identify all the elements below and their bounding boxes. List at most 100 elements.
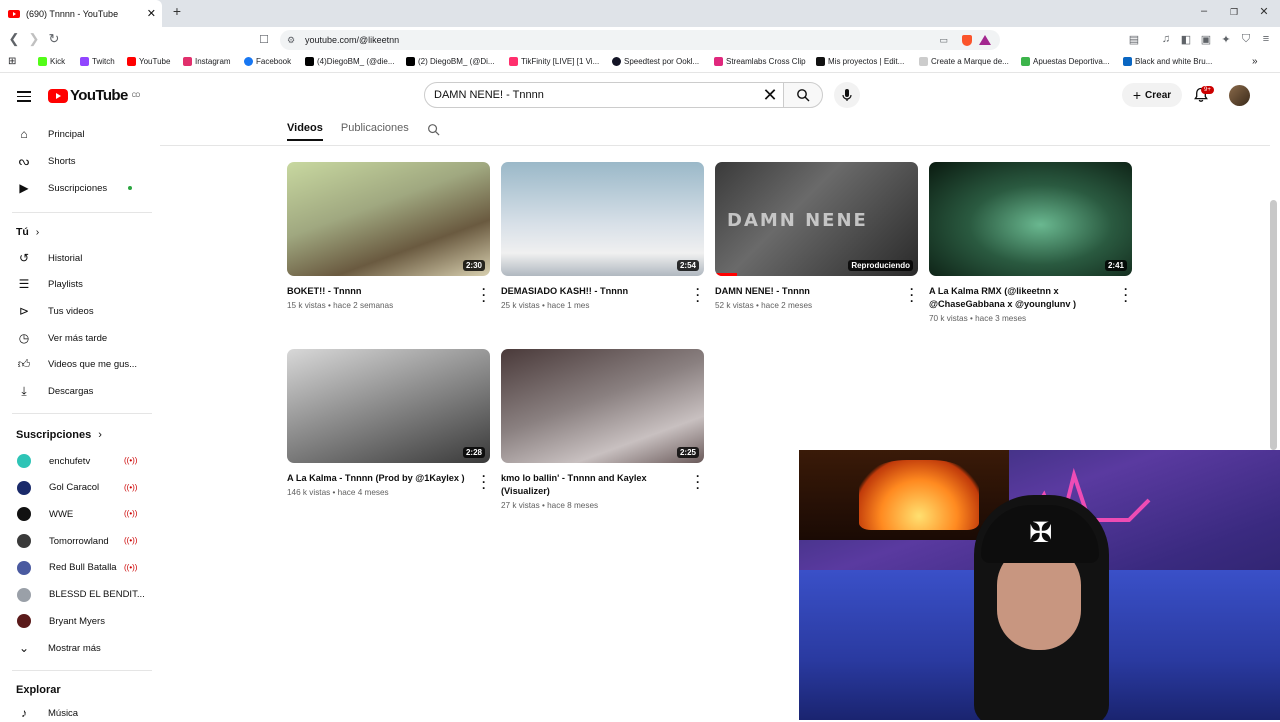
video-thumbnail[interactable]: DAMN NENE Reproduciendo bbox=[715, 162, 918, 276]
new-tab-button[interactable]: + bbox=[168, 3, 186, 19]
video-thumbnail[interactable]: 2:41 bbox=[929, 162, 1132, 276]
sidebar-item-liked-videos[interactable]: 👍︎ Videos que me gus... bbox=[16, 355, 137, 373]
create-button[interactable]: + Crear bbox=[1122, 83, 1182, 107]
video-thumbnail[interactable]: 2:54 bbox=[501, 162, 704, 276]
search-button[interactable] bbox=[783, 82, 823, 108]
subscriptions-section-header[interactable]: Suscripciones › bbox=[16, 429, 102, 441]
sidebar-subscription-item[interactable]: enchufetv bbox=[16, 452, 90, 470]
media-icon[interactable]: ♫ bbox=[1158, 33, 1174, 45]
wallet-icon[interactable]: ▣ bbox=[1198, 33, 1214, 46]
x-icon bbox=[406, 57, 415, 66]
sidebar-subscription-item[interactable]: WWE bbox=[16, 505, 73, 523]
bookmark-marquee[interactable]: Create a Marque de... bbox=[919, 57, 1009, 66]
you-section-header[interactable]: Tú › bbox=[16, 226, 39, 238]
bookmark-twitch[interactable]: Twitch bbox=[80, 57, 115, 66]
vpn-icon[interactable]: ⛉ bbox=[1238, 33, 1254, 46]
sidebar-subscription-item[interactable]: BLESSD EL BENDIT... bbox=[16, 586, 145, 604]
close-window-button[interactable]: ✕ bbox=[1255, 5, 1273, 18]
more-actions-icon[interactable]: · · · bbox=[910, 283, 914, 307]
guide-menu-icon[interactable] bbox=[17, 88, 31, 105]
bookmark-icon[interactable]: ☐ bbox=[256, 33, 272, 46]
youtube-favicon-icon bbox=[8, 9, 20, 18]
sidebar-subscription-item[interactable]: Tomorrowland bbox=[16, 532, 109, 550]
sidebar-item-music[interactable]: ♪ Música bbox=[16, 704, 78, 722]
sidebar-item-subscriptions[interactable]: ▶ Suscripciones bbox=[16, 179, 107, 197]
video-thumbnail[interactable]: 2:30 bbox=[287, 162, 490, 276]
video-title[interactable]: A La Kalma - Tnnnn (Prod by @1Kaylex ) bbox=[287, 472, 490, 485]
more-actions-icon[interactable]: · · · bbox=[696, 283, 700, 307]
watch-progress-bar bbox=[715, 273, 737, 276]
restore-button[interactable]: ❐ bbox=[1225, 7, 1243, 18]
clear-search-icon[interactable]: ✕ bbox=[762, 85, 778, 106]
more-bookmarks-icon[interactable]: » bbox=[1252, 56, 1258, 67]
sidebar-item-your-videos[interactable]: ⊳ Tus videos bbox=[16, 302, 94, 320]
more-actions-icon[interactable]: · · · bbox=[482, 283, 486, 307]
apps-icon[interactable]: ⊞ bbox=[8, 56, 16, 67]
reload-icon[interactable]: ↻ bbox=[46, 31, 62, 47]
tab-videos[interactable]: Videos bbox=[287, 122, 323, 141]
brave-rewards-icon[interactable] bbox=[979, 35, 991, 45]
sidebar-item-label: Ver más tarde bbox=[48, 332, 108, 344]
video-title[interactable]: A La Kalma RMX (@likeetnn x @ChaseGabban… bbox=[929, 285, 1132, 311]
more-actions-icon[interactable]: · · · bbox=[482, 470, 486, 494]
sidebar-item-history[interactable]: ↺ Historial bbox=[16, 249, 82, 267]
sidebar-item-watch-later[interactable]: ◷ Ver más tarde bbox=[16, 329, 107, 347]
sidebar-subscription-item[interactable]: Bryant Myers bbox=[16, 612, 105, 630]
brave-shield-icon[interactable] bbox=[962, 34, 972, 46]
page-scrollbar[interactable] bbox=[1270, 200, 1277, 450]
menu-icon[interactable]: ≡ bbox=[1258, 33, 1274, 45]
meta-separator: • bbox=[541, 501, 545, 510]
forward-icon[interactable]: ❯ bbox=[26, 31, 42, 47]
video-card[interactable]: 2:54 DEMASIADO KASH!! - Tnnnn 25 k vistas … bbox=[501, 162, 704, 310]
sidebar-item-playlists[interactable]: ☰ Playlists bbox=[16, 275, 83, 293]
bookmark-kick[interactable]: Kick bbox=[38, 57, 65, 66]
more-actions-icon[interactable]: · · · bbox=[1124, 283, 1128, 307]
video-card[interactable]: 2:28 A La Kalma - Tnnnn (Prod by @1Kaylex… bbox=[287, 349, 490, 497]
more-actions-icon[interactable]: · · · bbox=[696, 470, 700, 494]
video-title[interactable]: BOKET!! - Tnnnn bbox=[287, 285, 490, 298]
tab-posts[interactable]: Publicaciones bbox=[341, 122, 409, 141]
site-info-icon[interactable]: ⚙ bbox=[287, 35, 295, 46]
video-card[interactable]: 2:41 A La Kalma RMX (@likeetnn x @ChaseGa… bbox=[929, 162, 1132, 323]
close-tab-icon[interactable]: ✕ bbox=[147, 7, 156, 20]
sidebar-item-downloads[interactable]: ⤓ Descargas bbox=[16, 382, 93, 400]
search-input[interactable]: DAMN NENE! - Tnnnn bbox=[424, 82, 784, 108]
tab-search-icon[interactable]: ▤ bbox=[1126, 33, 1142, 46]
bookmark-instagram[interactable]: Instagram bbox=[183, 57, 231, 66]
sidebar-subscription-item[interactable]: Gol Caracol bbox=[16, 479, 99, 497]
back-icon[interactable]: ❮ bbox=[6, 31, 22, 47]
leo-icon[interactable]: ✦ bbox=[1218, 33, 1234, 46]
bookmark-x[interactable]: (2) DiegoBM_ (@Di... bbox=[406, 57, 495, 66]
video-title[interactable]: DAMN NENE! - Tnnnn bbox=[715, 285, 918, 298]
video-card[interactable]: DAMN NENE Reproduciendo DAMN NENE! - Tnnnn… bbox=[715, 162, 918, 310]
sidebar-item-shorts[interactable]: ᔓ Shorts bbox=[16, 152, 76, 170]
bookmark-tikfinity[interactable]: TikFinity [LIVE] [1 Vi... bbox=[509, 57, 599, 66]
video-thumbnail[interactable]: 2:28 bbox=[287, 349, 490, 463]
video-card[interactable]: 2:30 BOKET!! - Tnnnn 15 k vistas • hace 2 … bbox=[287, 162, 490, 310]
bookmark-speedtest[interactable]: Speedtest por Ookl... bbox=[612, 57, 699, 66]
bookmark-threads[interactable]: (4)DiegoBM_ (@die... bbox=[305, 57, 394, 66]
minimize-button[interactable]: – bbox=[1195, 5, 1213, 17]
youtube-logo[interactable]: YouTube CO bbox=[48, 87, 140, 104]
bookmark-facebook[interactable]: Facebook bbox=[244, 57, 291, 66]
bookmark-streamlabs[interactable]: Streamlabs Cross Clip bbox=[714, 57, 806, 66]
video-title[interactable]: DEMASIADO KASH!! - Tnnnn bbox=[501, 285, 704, 298]
cast-icon[interactable]: ▭ bbox=[939, 35, 948, 46]
bookmark-brushes[interactable]: Black and white Bru... bbox=[1123, 57, 1212, 66]
bookmark-projects[interactable]: Mis proyectos | Edit... bbox=[816, 57, 904, 66]
sidebar-icon[interactable]: ◧ bbox=[1178, 33, 1194, 46]
video-duration: 2:41 bbox=[1104, 260, 1127, 271]
bookmark-youtube[interactable]: YouTube bbox=[127, 57, 170, 66]
channel-search-icon[interactable] bbox=[427, 123, 440, 136]
address-bar[interactable]: ⚙ youtube.com/@likeetnn ▭ bbox=[280, 30, 1000, 50]
video-thumbnail[interactable]: 2:25 bbox=[501, 349, 704, 463]
voice-search-button[interactable] bbox=[834, 82, 860, 108]
video-card[interactable]: 2:25 kmo lo ballin' - Tnnnn and Kaylex (V… bbox=[501, 349, 704, 510]
sidebar-subscription-item[interactable]: Red Bull Batalla bbox=[16, 559, 117, 577]
browser-tab[interactable]: (690) Tnnnn - YouTube ✕ bbox=[0, 0, 162, 27]
video-title[interactable]: kmo lo ballin' - Tnnnn and Kaylex (Visua… bbox=[501, 472, 704, 498]
bookmark-betting[interactable]: Apuestas Deportiva... bbox=[1021, 57, 1109, 66]
account-avatar[interactable] bbox=[1229, 85, 1250, 106]
sidebar-item-principal[interactable]: ⌂ Principal bbox=[16, 125, 84, 143]
show-more-button[interactable]: ⌄ Mostrar más bbox=[16, 639, 101, 657]
